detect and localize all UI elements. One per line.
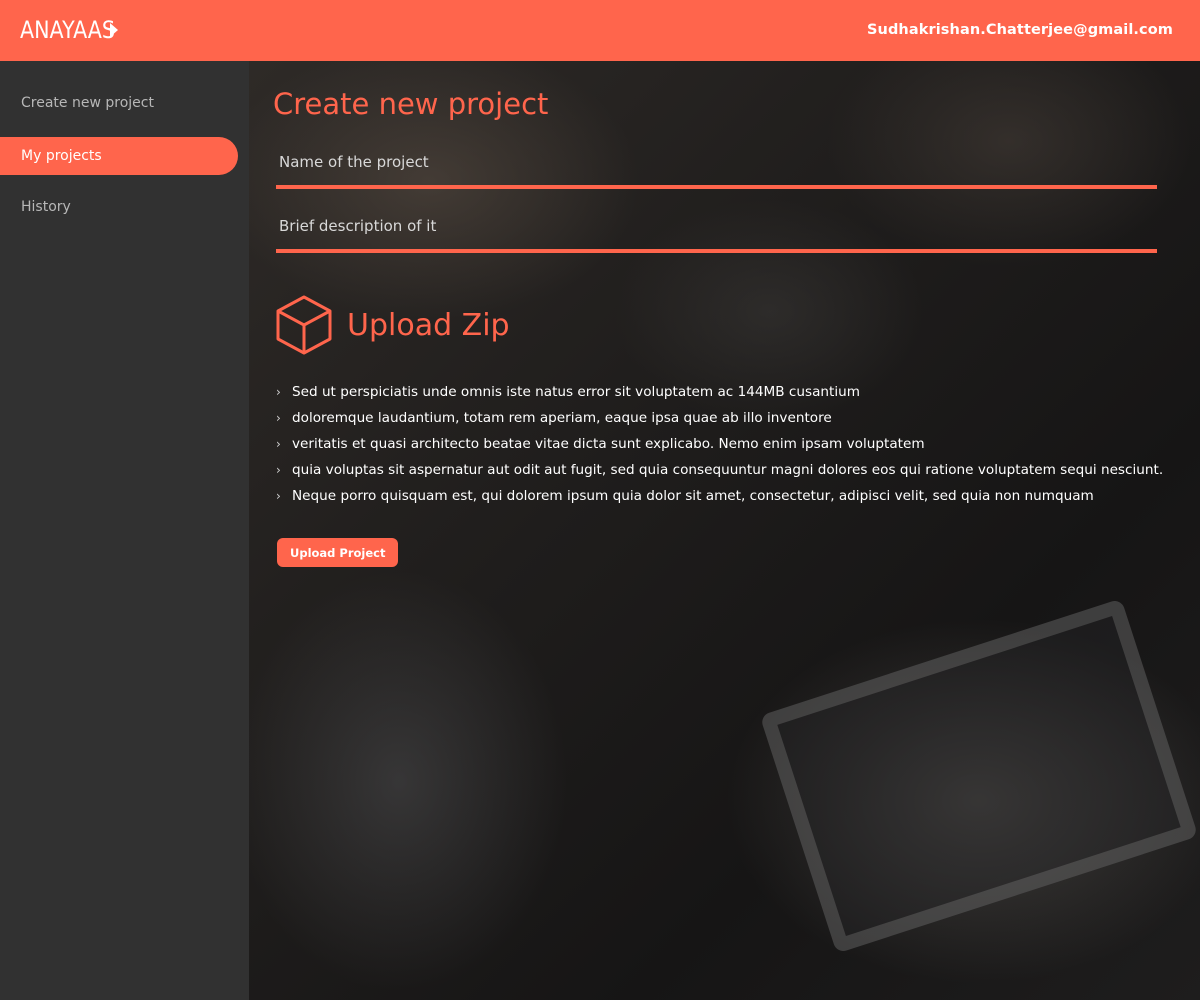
page-title: Create new project [273,87,549,121]
sidebar-item-create-new-project[interactable]: Create new project [0,84,238,122]
main-content: Create new project Upload Zip › Sed ut pe… [249,61,1200,1000]
project-name-field [276,139,1157,189]
project-name-input[interactable] [276,139,1157,185]
chevron-right-icon: › [276,385,281,399]
project-description-field [276,203,1157,253]
list-item-text: quia voluptas sit aspernatur aut odit au… [292,462,1164,478]
project-description-input[interactable] [276,203,1157,249]
upload-zip-area[interactable]: Upload Zip [275,294,510,356]
list-item: › Sed ut perspiciatis unde omnis iste nat… [276,379,1176,405]
list-item-text: doloremque laudantium, totam rem aperiam… [292,410,832,426]
list-item: › Neque porro quisquam est, qui dolorem i… [276,483,1176,509]
chevron-right-icon: › [276,489,281,503]
list-item: › quia voluptas sit aspernatur aut odit a… [276,457,1176,483]
top-bar: ANAYAAS Sudhakrishan.Chatterjee@gmail.co… [0,0,1200,61]
info-list: › Sed ut perspiciatis unde omnis iste nat… [276,379,1176,509]
upload-project-button[interactable]: Upload Project [277,538,398,567]
logo-text: ANAYAAS [20,16,116,44]
chevron-right-icon: › [276,437,281,451]
sidebar: Create new project My projects History [0,61,249,1000]
play-arrow-icon [110,23,118,37]
logo[interactable]: ANAYAAS [20,14,130,46]
background-photo [759,598,1199,954]
list-item-text: Sed ut perspiciatis unde omnis iste natu… [292,384,861,400]
cube-icon [276,295,332,355]
list-item-text: Neque porro quisquam est, qui dolorem ip… [292,488,1094,504]
sidebar-item-my-projects[interactable]: My projects [0,137,238,175]
user-email[interactable]: Sudhakrishan.Chatterjee@gmail.com [867,22,1173,38]
sidebar-item-history[interactable]: History [0,188,238,226]
list-item: › veritatis et quasi architecto beatae vi… [276,431,1176,457]
chevron-right-icon: › [276,463,281,477]
chevron-right-icon: › [276,411,281,425]
list-item-text: veritatis et quasi architecto beatae vit… [292,436,925,452]
list-item: › doloremque laudantium, totam rem aperia… [276,405,1176,431]
upload-zip-label: Upload Zip [347,307,510,343]
